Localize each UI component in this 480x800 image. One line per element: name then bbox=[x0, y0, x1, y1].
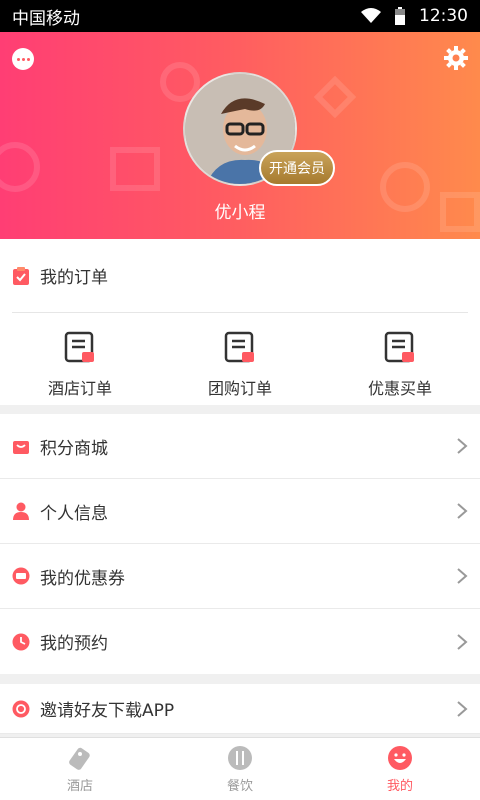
menu-item-personal-info[interactable]: 个人信息 bbox=[0, 479, 480, 544]
menu-item-label: 个人信息 bbox=[40, 503, 108, 524]
hotel-orders-button[interactable]: 酒店订单 bbox=[20, 331, 140, 399]
carrier-name: 中国移动 bbox=[12, 8, 80, 29]
bottom-tab-bar: 酒店 餐饮 我的 bbox=[0, 737, 480, 800]
vip-membership-button[interactable]: 开通会员 bbox=[259, 150, 335, 186]
tab-dining[interactable]: 餐饮 bbox=[160, 738, 320, 800]
chevron-right-icon bbox=[457, 568, 468, 584]
hotel-orders-label: 酒店订单 bbox=[47, 379, 112, 398]
coupon-icon bbox=[12, 567, 30, 585]
orders-header[interactable]: 我的订单 bbox=[12, 239, 468, 313]
section-divider bbox=[0, 674, 480, 684]
hotel-order-icon bbox=[64, 331, 94, 363]
dot-icon bbox=[26, 57, 30, 61]
chevron-right-icon bbox=[457, 700, 468, 717]
tab-label: 酒店 bbox=[66, 778, 93, 794]
dot-icon bbox=[16, 57, 20, 61]
group-orders-label: 团购订单 bbox=[207, 379, 272, 398]
tab-label: 我的 bbox=[386, 778, 413, 794]
dining-icon bbox=[227, 745, 253, 771]
chevron-right-icon bbox=[457, 438, 468, 454]
menu-item-points-mall[interactable]: 积分商城 bbox=[0, 414, 480, 479]
tab-label: 餐饮 bbox=[226, 778, 253, 794]
hotel-tag-icon bbox=[67, 745, 93, 771]
section-divider bbox=[0, 405, 480, 414]
invite-icon bbox=[12, 700, 30, 718]
battery-icon bbox=[395, 7, 405, 25]
menu-item-label: 我的优惠券 bbox=[40, 568, 125, 589]
dot-icon bbox=[21, 57, 25, 61]
person-icon bbox=[12, 502, 30, 520]
username: 优小程 bbox=[214, 203, 266, 223]
gear-icon[interactable] bbox=[444, 46, 468, 70]
wifi-icon bbox=[361, 8, 381, 23]
smiley-face-icon bbox=[387, 745, 413, 771]
menu-list: 积分商城 个人信息 我的优惠券 我的预约 bbox=[0, 414, 480, 674]
profile-header: 开通会员 优小程 bbox=[0, 32, 480, 239]
menu-item-appointments[interactable]: 我的预约 bbox=[0, 609, 480, 674]
menu-item-coupons[interactable]: 我的优惠券 bbox=[0, 544, 480, 609]
decor-circle bbox=[0, 142, 40, 192]
clipboard-check-icon bbox=[13, 266, 29, 285]
decor-diamond bbox=[313, 75, 357, 119]
chevron-right-icon bbox=[457, 633, 468, 650]
orders-title: 我的订单 bbox=[40, 268, 108, 288]
menu-item-label: 积分商城 bbox=[40, 438, 108, 459]
menu-item-label: 我的预约 bbox=[40, 634, 108, 654]
shopping-bag-icon bbox=[12, 437, 30, 455]
tab-hotel[interactable]: 酒店 bbox=[0, 738, 160, 800]
group-order-icon bbox=[224, 331, 254, 363]
discount-pay-button[interactable]: 优惠买单 bbox=[340, 331, 460, 399]
decor-square bbox=[110, 147, 160, 191]
clock-time: 12:30 bbox=[419, 6, 468, 26]
menu-item-label: 邀请好友下载APP bbox=[40, 701, 175, 721]
clock-icon bbox=[12, 633, 30, 651]
more-options-button[interactable] bbox=[12, 48, 34, 70]
status-bar: 中国移动 12:30 bbox=[0, 0, 480, 32]
group-orders-button[interactable]: 团购订单 bbox=[180, 331, 300, 399]
discount-pay-label: 优惠买单 bbox=[367, 379, 432, 398]
discount-order-icon bbox=[384, 331, 414, 363]
tab-mine[interactable]: 我的 bbox=[320, 738, 480, 800]
chevron-right-icon bbox=[457, 503, 468, 519]
orders-section: 我的订单 酒店订单 团购订单 优惠买单 bbox=[0, 239, 480, 405]
menu-item-invite-friends[interactable]: 邀请好友下载APP bbox=[0, 684, 480, 734]
